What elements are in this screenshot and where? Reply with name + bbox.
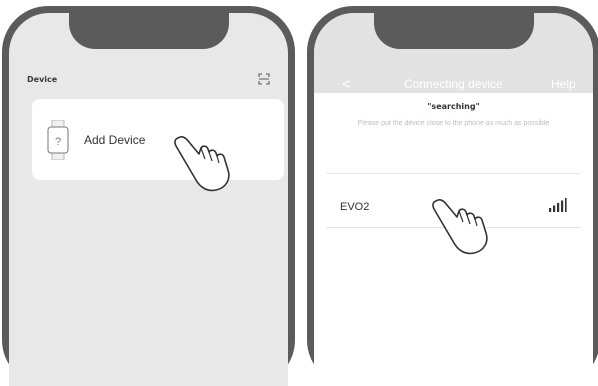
svg-text:?: ?: [55, 136, 61, 148]
phone-notch: [373, 13, 534, 49]
divider: [326, 173, 581, 174]
signal-icon: [549, 198, 567, 212]
search-status: "searching": [427, 102, 480, 111]
watch-icon: ?: [47, 120, 69, 160]
add-device-card[interactable]: ? Add Device: [32, 99, 284, 180]
left-phone-frame: Device ? Add Device: [2, 6, 295, 386]
page-title: Connecting device: [404, 77, 503, 91]
device-header: Device: [27, 75, 58, 84]
proximity-hint: Please put the device close to the phone…: [357, 120, 550, 127]
right-phone-frame: < Connecting device Help "searching" Ple…: [307, 6, 598, 386]
device-screen: Device ? Add Device: [9, 13, 288, 386]
help-button[interactable]: Help: [551, 77, 576, 91]
scan-icon[interactable]: [258, 73, 270, 85]
add-device-label: Add Device: [84, 133, 146, 147]
phone-notch: [68, 13, 229, 49]
pointing-hand-icon: [174, 135, 230, 192]
connecting-screen: < Connecting device Help "searching" Ple…: [314, 13, 593, 386]
pointing-hand-icon: [432, 198, 488, 255]
back-button[interactable]: <: [342, 76, 351, 93]
device-name: EVO2: [340, 201, 370, 213]
